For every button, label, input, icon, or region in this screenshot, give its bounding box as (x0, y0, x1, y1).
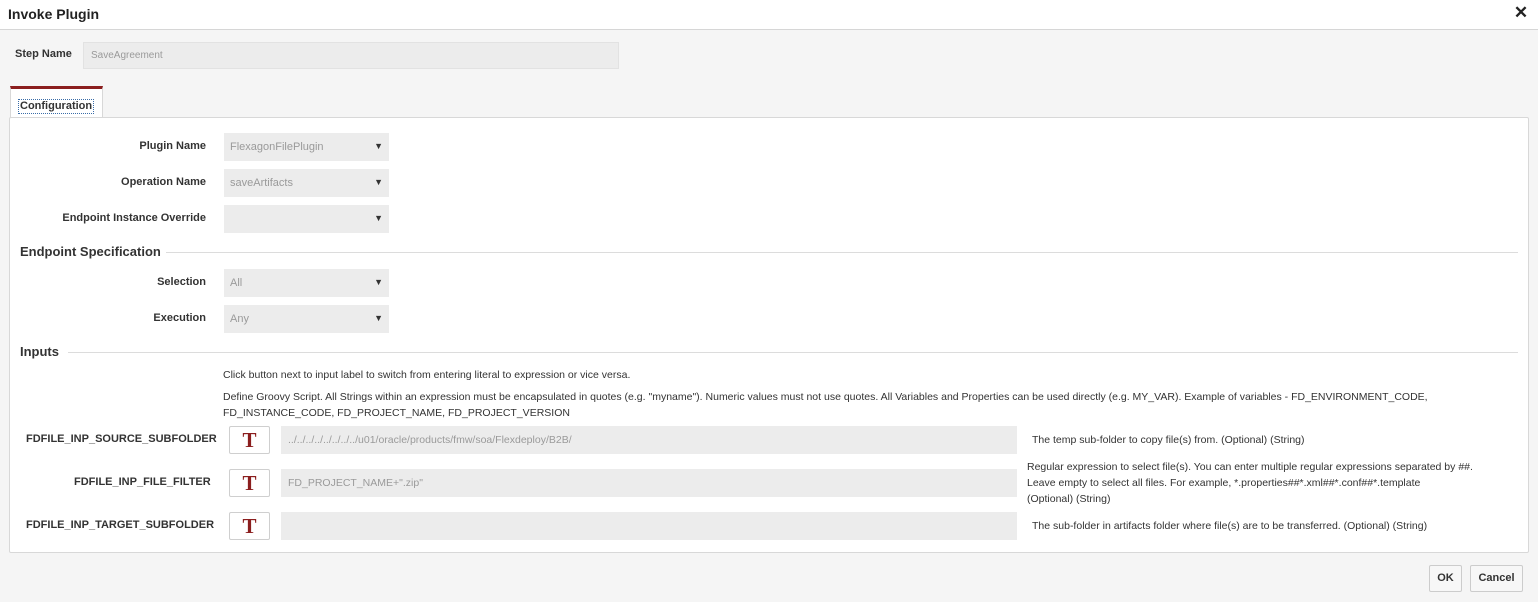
execution-label: Execution (153, 312, 206, 324)
execution-value: Any (230, 313, 249, 325)
input-label-source-subfolder: FDFILE_INP_SOURCE_SUBFOLDER (26, 433, 217, 445)
step-name-label: Step Name (15, 48, 72, 60)
source-subfolder-description: The temp sub-folder to copy file(s) from… (1032, 432, 1305, 448)
tab-configuration-label: Configuration (18, 99, 95, 114)
expression-toggle-button[interactable]: T (229, 426, 270, 454)
chevron-down-icon: ▼ (374, 313, 383, 323)
operation-name-label: Operation Name (121, 176, 206, 188)
selection-select[interactable]: All ▼ (224, 269, 389, 297)
dialog-title: Invoke Plugin (8, 6, 100, 22)
description-line: The temp sub-folder to copy file(s) from… (1032, 434, 1305, 446)
selection-label: Selection (157, 276, 206, 288)
operation-name-select[interactable]: saveArtifacts ▼ (224, 169, 389, 197)
endpoint-instance-override-label: Endpoint Instance Override (62, 212, 206, 224)
description-line: (Optional) (String) (1027, 493, 1111, 505)
target-subfolder-input[interactable] (281, 512, 1017, 540)
endpoint-instance-override-select[interactable]: ▼ (224, 205, 389, 233)
description-line: Leave empty to select all files. For exa… (1027, 477, 1421, 489)
operation-name-value: saveArtifacts (230, 177, 293, 189)
chevron-down-icon: ▼ (374, 277, 383, 287)
cancel-button[interactable]: Cancel (1470, 565, 1523, 592)
step-name-input[interactable]: SaveAgreement (83, 42, 619, 69)
expression-toggle-button[interactable]: T (229, 512, 270, 540)
groovy-help-line-1: Define Groovy Script. All Strings within… (223, 391, 1428, 403)
plugin-name-select[interactable]: FlexagonFilePlugin ▼ (224, 133, 389, 161)
plugin-name-value: FlexagonFilePlugin (230, 141, 324, 153)
section-divider (166, 252, 1518, 253)
close-icon[interactable]: ✕ (1512, 3, 1530, 23)
section-divider (68, 352, 1518, 353)
plugin-name-label: Plugin Name (139, 140, 206, 152)
description-line: Regular expression to select file(s). Yo… (1027, 461, 1473, 473)
source-subfolder-input[interactable]: ../../../../../../../../u01/oracle/produ… (281, 426, 1017, 454)
tab-configuration[interactable]: Configuration (10, 86, 103, 118)
chevron-down-icon: ▼ (374, 213, 383, 223)
expression-toggle-button[interactable]: T (229, 469, 270, 497)
input-label-file-filter: FDFILE_INP_FILE_FILTER (74, 476, 211, 488)
chevron-down-icon: ▼ (374, 177, 383, 187)
file-filter-description: Regular expression to select file(s). Yo… (1027, 459, 1473, 507)
target-subfolder-description: The sub-folder in artifacts folder where… (1032, 518, 1427, 534)
input-label-target-subfolder: FDFILE_INP_TARGET_SUBFOLDER (26, 519, 215, 531)
configuration-panel: Plugin Name FlexagonFilePlugin ▼ Operati… (9, 117, 1529, 553)
inputs-heading: Inputs (20, 344, 59, 359)
file-filter-input[interactable]: FD_PROJECT_NAME+".zip" (281, 469, 1017, 497)
execution-select[interactable]: Any ▼ (224, 305, 389, 333)
description-line: The sub-folder in artifacts folder where… (1032, 520, 1428, 532)
dialog-titlebar: Invoke Plugin ✕ (0, 0, 1538, 30)
chevron-down-icon: ▼ (374, 141, 383, 151)
ok-button[interactable]: OK (1429, 565, 1462, 592)
inputs-help-text: Click button next to input label to swit… (223, 369, 631, 381)
endpoint-specification-heading: Endpoint Specification (20, 244, 161, 259)
selection-value: All (230, 277, 243, 289)
groovy-help-line-2: FD_INSTANCE_CODE, FD_PROJECT_NAME, FD_PR… (223, 407, 570, 419)
